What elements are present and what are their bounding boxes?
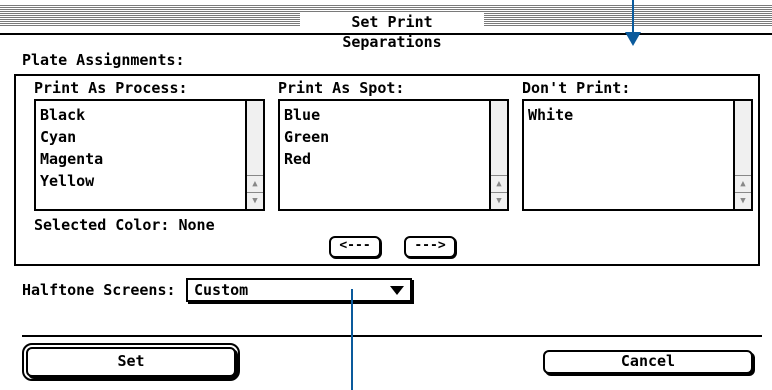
print-as-spot-list[interactable]: Blue Green Red ▲ ▼ — [278, 99, 509, 211]
title-bar[interactable]: Set Print Separations — [0, 0, 772, 51]
scroll-up-arrow-icon[interactable]: ▲ — [491, 175, 507, 192]
cancel-button[interactable]: Cancel — [543, 350, 753, 374]
scrollbar[interactable]: ▲ ▼ — [489, 101, 507, 209]
list-item[interactable]: Blue — [284, 104, 329, 126]
list-item[interactable]: Red — [284, 148, 329, 170]
scroll-down-arrow-icon[interactable]: ▼ — [735, 192, 751, 209]
list-item[interactable]: Green — [284, 126, 329, 148]
print-as-spot-label: Print As Spot: — [278, 79, 405, 97]
dont-print-label: Don't Print: — [522, 79, 631, 97]
plate-assignments-label: Plate Assignments: — [22, 51, 185, 69]
print-as-process-list[interactable]: Black Cyan Magenta Yellow ▲ ▼ — [34, 99, 265, 211]
dont-print-list[interactable]: White ▲ ▼ — [522, 99, 753, 211]
arrow-down-icon — [625, 32, 641, 46]
list-item[interactable]: Yellow — [40, 170, 103, 192]
callout-pointer-top — [632, 0, 634, 34]
scrollbar[interactable]: ▲ ▼ — [733, 101, 751, 209]
move-right-button[interactable]: ---> — [404, 236, 456, 258]
scroll-down-arrow-icon[interactable]: ▼ — [491, 192, 507, 209]
chevron-down-icon — [390, 286, 404, 295]
list-item[interactable]: White — [528, 104, 573, 126]
scrollbar[interactable]: ▲ ▼ — [245, 101, 263, 209]
divider — [22, 335, 762, 337]
scroll-up-arrow-icon[interactable]: ▲ — [735, 175, 751, 192]
halftone-screens-value: Custom — [194, 281, 249, 299]
callout-pointer-bottom — [351, 289, 353, 390]
scroll-down-arrow-icon[interactable]: ▼ — [247, 192, 263, 209]
list-item[interactable]: Black — [40, 104, 103, 126]
halftone-screens-label: Halftone Screens: — [22, 281, 176, 299]
halftone-screens-dropdown[interactable]: Custom — [186, 278, 412, 302]
move-left-button[interactable]: <--- — [329, 236, 381, 258]
scroll-up-arrow-icon[interactable]: ▲ — [247, 175, 263, 192]
selected-color-label: Selected Color: None — [34, 216, 215, 234]
list-item[interactable]: Magenta — [40, 148, 103, 170]
window-title: Set Print Separations — [300, 12, 484, 51]
print-as-process-label: Print As Process: — [34, 79, 188, 97]
set-button[interactable]: Set — [22, 343, 240, 381]
list-item[interactable]: Cyan — [40, 126, 103, 148]
